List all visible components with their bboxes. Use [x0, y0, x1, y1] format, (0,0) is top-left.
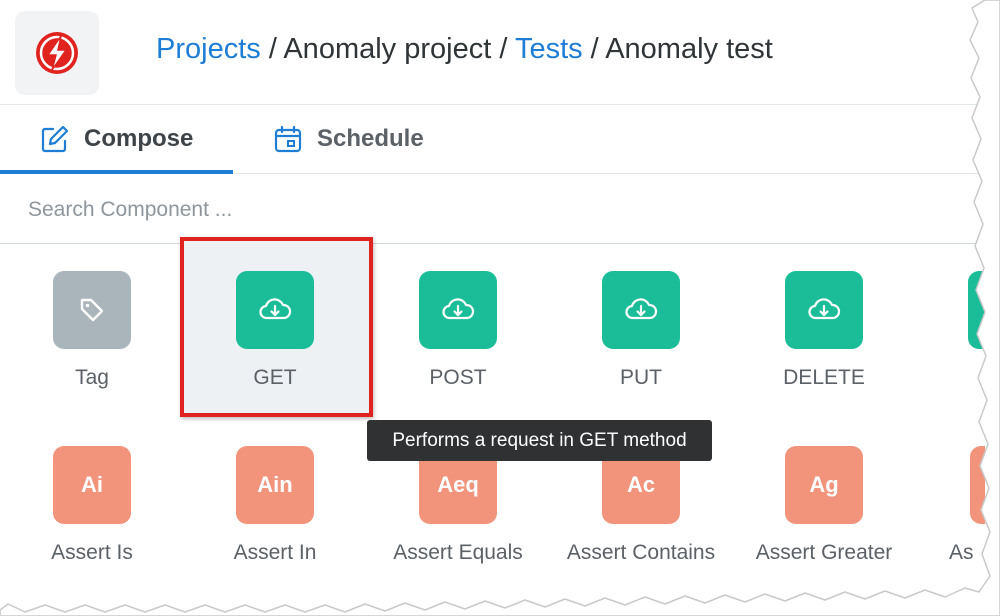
tab-schedule[interactable]: Schedule	[273, 105, 424, 173]
tag-icon	[80, 298, 104, 322]
component-label: POST	[429, 366, 487, 389]
tab-bar: Compose Schedule	[0, 105, 985, 174]
component-tile	[785, 271, 863, 349]
calendar-icon	[274, 125, 302, 153]
component-partial[interactable]: P	[917, 271, 985, 390]
component-assert-equals[interactable]: Aeq Assert Equals	[368, 446, 548, 565]
component-label: As	[949, 541, 974, 564]
tab-compose-label: Compose	[84, 125, 194, 152]
component-tile	[970, 446, 985, 524]
breadcrumb-test-name: Anomaly test	[605, 33, 773, 65]
breadcrumb-projects-link[interactable]: Projects	[156, 33, 261, 65]
breadcrumb-separator: /	[491, 33, 515, 65]
page-header: Projects / Anomaly project / Tests / Ano…	[0, 0, 985, 105]
component-label: DELETE	[783, 366, 865, 389]
tab-compose[interactable]: Compose	[40, 105, 193, 173]
component-assert-contains[interactable]: Ac Assert Contains	[551, 446, 731, 565]
component-label: PUT	[620, 366, 662, 389]
component-tile: Ag	[785, 446, 863, 524]
component-put[interactable]: PUT	[551, 271, 731, 390]
component-tile	[602, 271, 680, 349]
app-frame: Projects / Anomaly project / Tests / Ano…	[0, 0, 985, 600]
component-post[interactable]: POST	[368, 271, 548, 390]
component-label: P	[917, 366, 985, 390]
active-tab-indicator	[0, 170, 233, 174]
component-tile	[53, 271, 131, 349]
search-input[interactable]	[26, 193, 630, 227]
component-tile	[968, 271, 985, 349]
breadcrumb-separator: /	[582, 33, 606, 65]
component-delete[interactable]: DELETE	[734, 271, 914, 390]
component-label: Assert In	[233, 541, 317, 564]
breadcrumb-separator: /	[260, 33, 284, 65]
component-assert-in[interactable]: Ain Assert In	[185, 446, 365, 565]
component-tile: Ai	[53, 446, 131, 524]
component-label: Tag	[75, 366, 109, 389]
component-search	[0, 175, 985, 244]
breadcrumb-tests-link[interactable]: Tests	[515, 33, 583, 65]
tab-schedule-label: Schedule	[317, 125, 424, 152]
component-get[interactable]: GET	[185, 271, 365, 390]
component-tile	[419, 271, 497, 349]
component-label: Assert Equals	[393, 541, 523, 564]
cloud-download-icon	[625, 298, 658, 320]
component-label: Assert Contains	[566, 541, 716, 564]
app-logo[interactable]	[15, 11, 99, 95]
component-tag[interactable]: Tag	[2, 271, 182, 390]
breadcrumb-project-name: Anomaly project	[283, 33, 492, 65]
component-assert-is[interactable]: Ai Assert Is	[2, 446, 182, 565]
component-partial-assert[interactable]: As	[879, 446, 985, 565]
cloud-download-icon	[259, 298, 292, 320]
breadcrumb: Projects / Anomaly project / Tests / Ano…	[156, 33, 773, 66]
component-tile: Ain	[236, 446, 314, 524]
component-label: GET	[253, 366, 297, 389]
tooltip: Performs a request in GET method	[367, 420, 712, 461]
component-label: Assert Is	[51, 541, 133, 564]
edit-icon	[41, 125, 69, 153]
component-tile	[236, 271, 314, 349]
cloud-download-icon	[442, 298, 475, 320]
cloud-download-icon	[808, 298, 841, 320]
lightning-logo-icon	[36, 32, 78, 74]
